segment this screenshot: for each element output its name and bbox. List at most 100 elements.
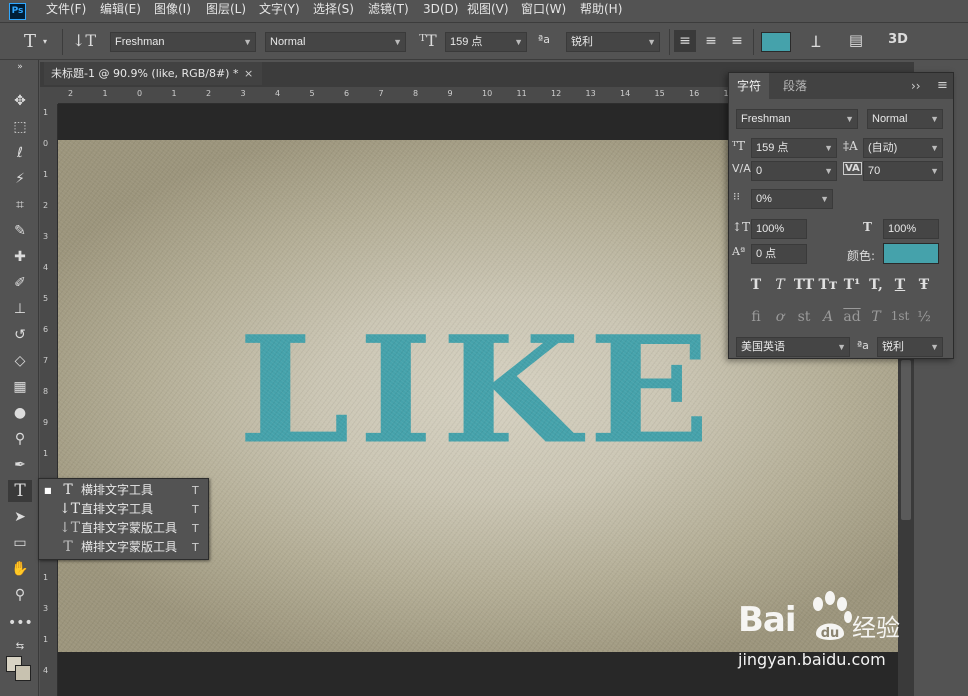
menu-edit[interactable]: 编辑(E) bbox=[100, 0, 141, 22]
antialias-select[interactable]: 锐利 ▼ bbox=[566, 32, 660, 52]
tsume-select[interactable]: 0% ▼ bbox=[751, 189, 833, 209]
flyout-item-horizontal-type[interactable]: ■ T 横排文字工具 T bbox=[39, 481, 208, 500]
strikethrough-icon[interactable]: Ŧ bbox=[913, 277, 935, 293]
fractions-icon[interactable]: ½ bbox=[913, 309, 935, 325]
chevron-down-icon: ▼ bbox=[824, 143, 833, 153]
menu-window[interactable]: 窗口(W) bbox=[521, 0, 566, 22]
stylistic-alternates-icon[interactable]: ad bbox=[841, 309, 863, 325]
3d-button[interactable]: 3D bbox=[885, 32, 911, 47]
font-family-select[interactable]: Freshman ▼ bbox=[110, 32, 256, 52]
close-tab-icon[interactable]: × bbox=[244, 62, 253, 85]
contextual-alternates-icon[interactable]: st bbox=[793, 309, 815, 325]
healing-brush-tool-icon[interactable]: ✚ bbox=[8, 246, 32, 268]
faux-bold-icon[interactable]: T bbox=[745, 277, 767, 293]
baseline-shift-input[interactable]: 0 点 bbox=[751, 244, 807, 264]
text-color-swatch[interactable] bbox=[761, 32, 791, 52]
chevron-down-icon: ▼ bbox=[930, 143, 939, 153]
superscript-icon[interactable]: T¹ bbox=[841, 277, 863, 293]
subscript-icon[interactable]: T, bbox=[865, 277, 887, 293]
menu-3d[interactable]: 3D(D) bbox=[423, 0, 458, 22]
blur-tool-icon[interactable]: ● bbox=[8, 402, 32, 424]
background-color-swatch[interactable] bbox=[15, 665, 31, 681]
menu-select[interactable]: 选择(S) bbox=[313, 0, 354, 22]
vertical-ruler[interactable]: 1012345678911121314 bbox=[40, 104, 58, 696]
menu-image[interactable]: 图像(I) bbox=[154, 0, 191, 22]
all-caps-icon[interactable]: TT bbox=[793, 277, 815, 293]
crop-tool-icon[interactable]: ⌗ bbox=[8, 194, 32, 216]
ordinals-icon[interactable]: 1st bbox=[889, 309, 911, 323]
swap-colors-icon[interactable]: ⇆ bbox=[8, 636, 32, 658]
tracking-select[interactable]: 70 ▼ bbox=[863, 161, 943, 181]
gradient-tool-icon[interactable]: ▦ bbox=[8, 376, 32, 398]
character-panel: 字符 段落 ›› ≡ Freshman ▼ Normal ▼ ᵀT 159 点 ▼ ‡… bbox=[728, 72, 954, 359]
flyout-item-horizontal-type-mask[interactable]: T 横排文字蒙版工具 T bbox=[39, 538, 208, 557]
hand-tool-icon[interactable]: ✋ bbox=[8, 558, 32, 580]
faux-italic-icon[interactable]: T bbox=[769, 277, 791, 293]
panel-antialias-select[interactable]: 锐利 ▼ bbox=[877, 337, 943, 357]
eraser-tool-icon[interactable]: ◇ bbox=[8, 350, 32, 372]
panel-menu-icon[interactable]: ≡ bbox=[937, 78, 948, 93]
rectangle-tool-icon[interactable]: ▭ bbox=[8, 532, 32, 554]
panel-font-size-select[interactable]: 159 点 ▼ bbox=[751, 138, 837, 158]
font-size-select[interactable]: 159 点 ▼ bbox=[445, 32, 527, 52]
panel-font-family-select[interactable]: Freshman ▼ bbox=[736, 109, 858, 129]
kerning-select[interactable]: 0 ▼ bbox=[751, 161, 837, 181]
tab-character[interactable]: 字符 bbox=[729, 73, 770, 99]
underline-icon[interactable]: T bbox=[889, 277, 911, 293]
more-tools-icon[interactable]: ••• bbox=[8, 612, 33, 634]
marquee-tool-icon[interactable]: ⬚ bbox=[8, 116, 32, 138]
ruler-tick-label: 1 bbox=[43, 449, 49, 458]
small-caps-icon[interactable]: Tт bbox=[817, 277, 839, 293]
path-selection-tool-icon[interactable]: ➤ bbox=[8, 506, 32, 528]
align-right-icon[interactable]: ≡ bbox=[726, 30, 748, 52]
menu-layer[interactable]: 图层(L) bbox=[206, 0, 246, 22]
dodge-tool-icon[interactable]: ⚲ bbox=[8, 428, 32, 450]
type-tool-preset-icon[interactable]: T bbox=[20, 31, 40, 52]
document-tab[interactable]: 未标题-1 @ 90.9% (like, RGB/8#) * × bbox=[44, 62, 262, 85]
align-center-icon[interactable]: ≡ bbox=[700, 30, 722, 52]
chevron-down-icon: ▼ bbox=[930, 114, 939, 124]
eyedropper-tool-icon[interactable]: ✎ bbox=[8, 220, 32, 242]
font-style-select[interactable]: Normal ▼ bbox=[265, 32, 406, 52]
zoom-tool-icon[interactable]: ⚲ bbox=[8, 584, 32, 606]
ruler-origin[interactable] bbox=[40, 87, 58, 104]
align-left-icon[interactable]: ≡ bbox=[674, 30, 696, 52]
menu-type[interactable]: 文字(Y) bbox=[259, 0, 300, 22]
ruler-tick-label: 0 bbox=[137, 89, 143, 98]
brush-tool-icon[interactable]: ✐ bbox=[8, 272, 32, 294]
move-tool-icon[interactable]: ✥ bbox=[8, 90, 32, 112]
type-tool-icon[interactable]: T bbox=[8, 480, 32, 502]
panel-color-swatch[interactable] bbox=[883, 243, 939, 264]
ruler-tick-label: 8 bbox=[413, 89, 419, 98]
horizontal-scale-input[interactable]: 100% bbox=[883, 219, 939, 239]
leading-select[interactable]: (自动) ▼ bbox=[863, 138, 943, 158]
vertical-scrollbar-thumb[interactable] bbox=[901, 360, 911, 520]
pen-tool-icon[interactable]: ✒ bbox=[8, 454, 32, 476]
vertical-scale-input[interactable]: 100% bbox=[751, 219, 807, 239]
swash-icon[interactable]: A bbox=[817, 309, 839, 325]
titling-alternates-icon[interactable]: T bbox=[865, 309, 887, 325]
menu-filter[interactable]: 滤镜(T) bbox=[368, 0, 409, 22]
tab-paragraph[interactable]: 段落 bbox=[775, 73, 815, 99]
panel-font-style-select[interactable]: Normal ▼ bbox=[867, 109, 943, 129]
toggle-orientation-icon[interactable]: ↓T bbox=[72, 31, 96, 50]
warp-text-icon[interactable]: Ʇ bbox=[805, 30, 827, 52]
photoshop-logo-icon[interactable]: Ps bbox=[9, 3, 26, 20]
horizontal-type-icon: T bbox=[63, 482, 73, 498]
discretionary-ligatures-icon[interactable]: ơ bbox=[769, 309, 791, 325]
stamp-tool-icon[interactable]: ⊥ bbox=[8, 298, 32, 320]
language-select[interactable]: 美国英语 ▼ bbox=[736, 337, 850, 357]
flyout-item-vertical-type[interactable]: ↓T 直排文字工具 T bbox=[39, 500, 208, 519]
menu-help[interactable]: 帮助(H) bbox=[580, 0, 622, 22]
flyout-item-vertical-type-mask[interactable]: ↓T 直排文字蒙版工具 T bbox=[39, 519, 208, 538]
collapse-panel-icon[interactable]: ›› bbox=[911, 79, 921, 93]
magic-wand-tool-icon[interactable]: ⚡ bbox=[8, 168, 32, 190]
preset-dropdown-icon[interactable]: ▾ bbox=[40, 37, 50, 46]
lasso-tool-icon[interactable]: ℓ bbox=[8, 142, 32, 164]
panel-collapse-icon[interactable]: » bbox=[8, 62, 32, 72]
ligatures-icon[interactable]: fi bbox=[745, 309, 767, 325]
character-panel-toggle-icon[interactable]: ▤ bbox=[845, 31, 867, 49]
menu-file[interactable]: 文件(F) bbox=[46, 0, 86, 22]
history-brush-tool-icon[interactable]: ↺ bbox=[8, 324, 32, 346]
menu-view[interactable]: 视图(V) bbox=[467, 0, 509, 22]
